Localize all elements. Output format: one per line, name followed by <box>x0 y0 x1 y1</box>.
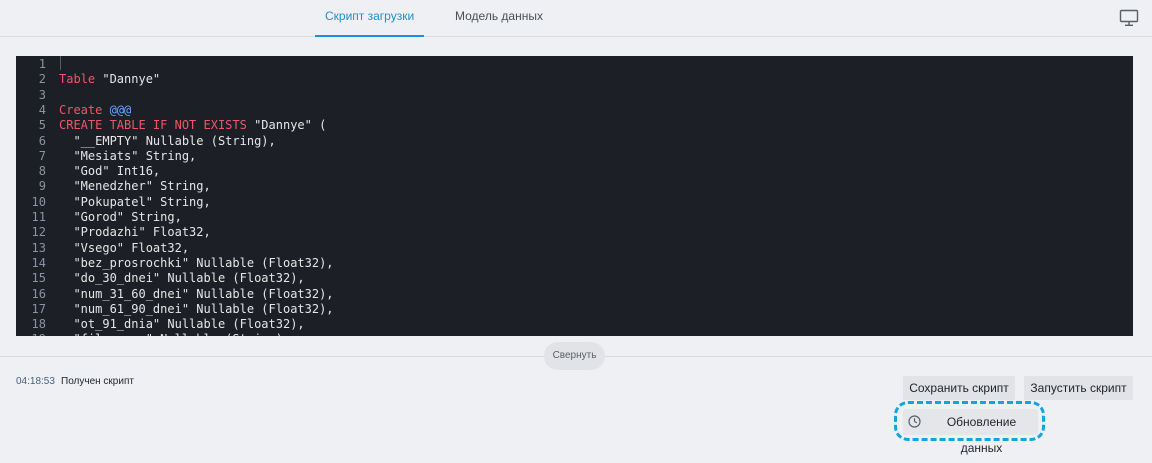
code-token: "Mesiats" String, <box>59 148 197 163</box>
update-data-button[interactable]: Обновление данных <box>903 409 1038 455</box>
line-number: 10 <box>31 194 46 209</box>
monitor-icon[interactable] <box>1119 9 1139 27</box>
collapse-button[interactable]: Свернуть <box>544 342 605 370</box>
line-number: 6 <box>38 133 46 148</box>
code-text: CREATE TABLE IF NOT EXISTS "Dannye" ( <box>59 118 326 132</box>
code-line: 6 "__EMPTY" Nullable (String), <box>16 133 276 149</box>
code-editor[interactable]: 1 2 Table "Dannye" 3 4 Create @@@ 5 CREATE TABL… <box>16 56 1133 336</box>
code-token: "file_name" Nullable (String) <box>59 332 283 336</box>
code-text: "num_61_90_dnei" Nullable (Float32), <box>59 301 334 316</box>
code-text: "Mesiats" String, <box>59 149 196 163</box>
code-token: "Vsego" Float32, <box>59 240 190 255</box>
code-line: 5 CREATE TABLE IF NOT EXISTS "Dannye" ( <box>16 118 327 133</box>
code-line: 17 "num_61_90_dnei" Nullable (Float32), <box>16 301 334 317</box>
code-keyword: Create <box>59 102 103 117</box>
code-line: 3 <box>16 88 46 103</box>
code-token: "do_30_dnei" Nullable (Float32), <box>59 271 305 286</box>
code-token: "God" Int16, <box>59 164 161 179</box>
line-number: 16 <box>31 286 46 301</box>
code-token: "ot_91_dnia" Nullable (Float32), <box>59 317 305 332</box>
code-token: "Prodazhi" Float32, <box>59 225 211 240</box>
run-script-button[interactable]: Запустить скрипт <box>1024 376 1133 400</box>
code-token: "num_61_90_dnei" Nullable (Float32), <box>59 301 334 316</box>
code-keyword: CREATE TABLE IF NOT EXISTS <box>59 118 247 133</box>
code-text: "ot_91_dnia" Nullable (Float32), <box>59 317 305 332</box>
line-number: 19 <box>16 332 46 336</box>
code-keyword: Table <box>59 72 96 87</box>
line-number: 5 <box>38 118 46 133</box>
tab-data-model[interactable]: Модель данных <box>445 0 553 37</box>
code-text: "Vsego" Float32, <box>59 241 189 255</box>
line-number: 15 <box>31 271 46 286</box>
code-text: "God" Int16, <box>59 164 160 178</box>
code-line: 11 "Gorod" String, <box>16 210 182 225</box>
line-number: 13 <box>31 240 46 255</box>
code-line: 10 "Pokupatel" String, <box>16 194 211 210</box>
status-time: 04:18:53 <box>16 376 55 387</box>
code-text: "do_30_dnei" Nullable (Float32), <box>59 271 305 286</box>
code-line: 15 "do_30_dnei" Nullable (Float32), <box>16 271 305 286</box>
code-text: "bez_prosrochki" Nullable (Float32), <box>59 255 334 270</box>
line-number: 2 <box>38 72 46 87</box>
code-text: "Gorod" String, <box>59 210 182 224</box>
code-line: 2 Table "Dannye" <box>16 72 160 87</box>
code-line: 8 "God" Int16, <box>16 164 160 179</box>
line-number: 7 <box>38 148 46 163</box>
line-number: 11 <box>31 210 46 224</box>
code-token: "Dannye" <box>95 72 161 87</box>
status-message: Получен скрипт <box>61 376 134 387</box>
save-script-button[interactable]: Сохранить скрипт <box>903 376 1015 400</box>
line-number: 18 <box>31 317 46 332</box>
code-placeholder: @@@ <box>109 102 132 117</box>
code-token: "bez_prosrochki" Nullable (Float32), <box>59 255 334 270</box>
line-number: 14 <box>31 255 46 270</box>
line-number: 9 <box>38 179 46 194</box>
code-token: "__EMPTY" Nullable (String), <box>59 133 276 148</box>
code-token: "Gorod" String, <box>59 210 182 224</box>
code-text: "file_name" Nullable (String) <box>59 332 283 336</box>
code-text: "Pokupatel" String, <box>59 194 211 209</box>
code-token: "Menedzher" String, <box>59 179 211 194</box>
code-token: "num_31_60_dnei" Nullable (Float32), <box>59 286 334 301</box>
clock-icon <box>908 415 921 428</box>
code-text: "num_31_60_dnei" Nullable (Float32), <box>59 286 334 301</box>
code-text: Create @@@ <box>59 103 131 117</box>
code-text: "Prodazhi" Float32, <box>59 225 211 240</box>
code-line: 9 "Menedzher" String, <box>16 179 211 194</box>
line-number: 17 <box>31 301 46 316</box>
line-number: 4 <box>38 102 46 117</box>
tab-load-script[interactable]: Скрипт загрузки <box>315 0 425 37</box>
code-line: 16 "num_31_60_dnei" Nullable (Float32), <box>16 286 334 302</box>
code-line: 1 <box>16 57 46 72</box>
code-token: "Dannye" ( <box>246 118 327 133</box>
line-number: 3 <box>38 87 46 102</box>
text-cursor <box>60 56 61 70</box>
code-line: 19 "file_name" Nullable (String) <box>16 332 283 336</box>
top-bar: Скрипт загрузки Модель данных <box>0 0 1152 37</box>
code-text: Table "Dannye" <box>59 72 160 86</box>
code-token: "Pokupatel" String, <box>59 194 211 209</box>
code-line: 12 "Prodazhi" Float32, <box>16 225 211 240</box>
line-number: 1 <box>38 57 46 71</box>
line-number: 12 <box>31 225 46 240</box>
code-line: 18 "ot_91_dnia" Nullable (Float32), <box>16 317 305 332</box>
line-number: 8 <box>38 164 46 179</box>
code-line: 7 "Mesiats" String, <box>16 148 197 164</box>
code-line: 13 "Vsego" Float32, <box>16 240 190 256</box>
code-line: 4 Create @@@ <box>16 102 132 118</box>
code-text: "__EMPTY" Nullable (String), <box>59 133 276 148</box>
code-text: "Menedzher" String, <box>59 179 211 194</box>
code-line: 14 "bez_prosrochki" Nullable (Float32), <box>16 255 334 271</box>
